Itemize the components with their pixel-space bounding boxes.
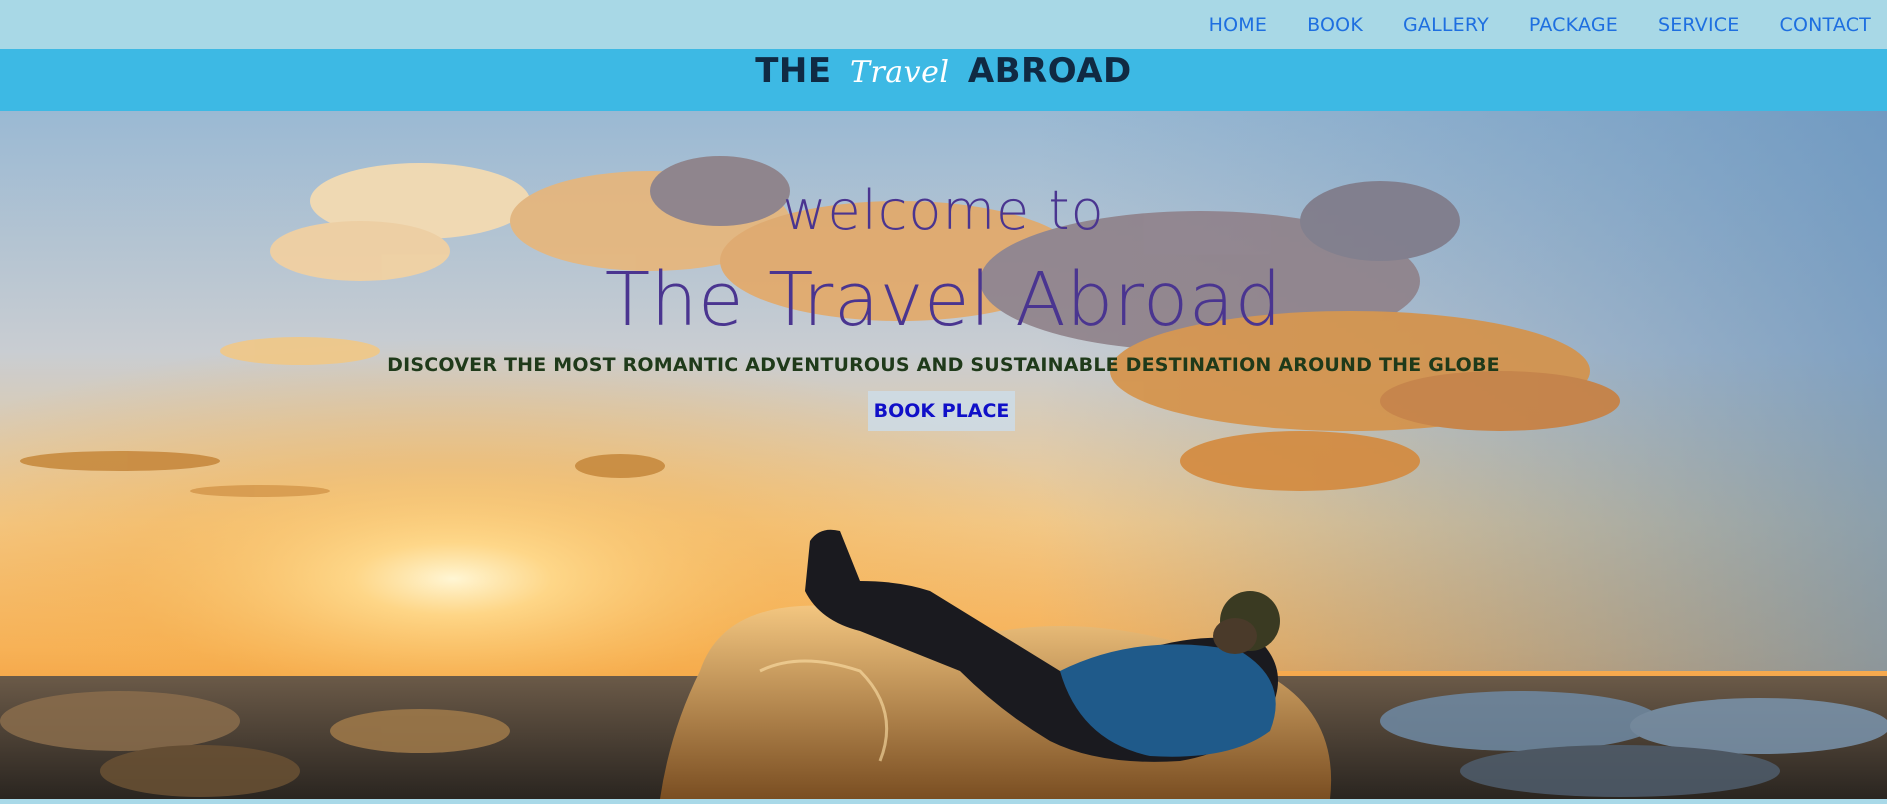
brand-script-word: Travel [849,55,950,90]
nav-link-contact[interactable]: CONTACT [1779,14,1871,36]
brand-part-2: ABROAD [967,51,1132,91]
site-logo[interactable]: THE Travel ABROAD [0,51,1887,91]
nav-link-package[interactable]: PACKAGE [1529,14,1618,36]
hero-section: welcome to The Travel Abroad DISCOVER TH… [0,111,1887,799]
hero-welcome-text: welcome to [782,179,1105,242]
hero-title: The Travel Abroad [604,257,1283,343]
hero-tagline: DISCOVER THE MOST ROMANTIC ADVENTUROUS A… [387,354,1500,376]
brand-part-1: THE [755,51,832,91]
top-nav-bar: HOME BOOK GALLERY PACKAGE SERVICE CONTAC… [0,0,1887,49]
main-nav: HOME BOOK GALLERY PACKAGE SERVICE CONTAC… [1209,0,1871,49]
bottom-strip [0,799,1887,804]
nav-link-gallery[interactable]: GALLERY [1403,14,1489,36]
book-place-button[interactable]: BOOK PLACE [868,391,1015,431]
nav-link-home[interactable]: HOME [1209,14,1267,36]
nav-link-service[interactable]: SERVICE [1658,14,1740,36]
nav-link-book[interactable]: BOOK [1307,14,1363,36]
